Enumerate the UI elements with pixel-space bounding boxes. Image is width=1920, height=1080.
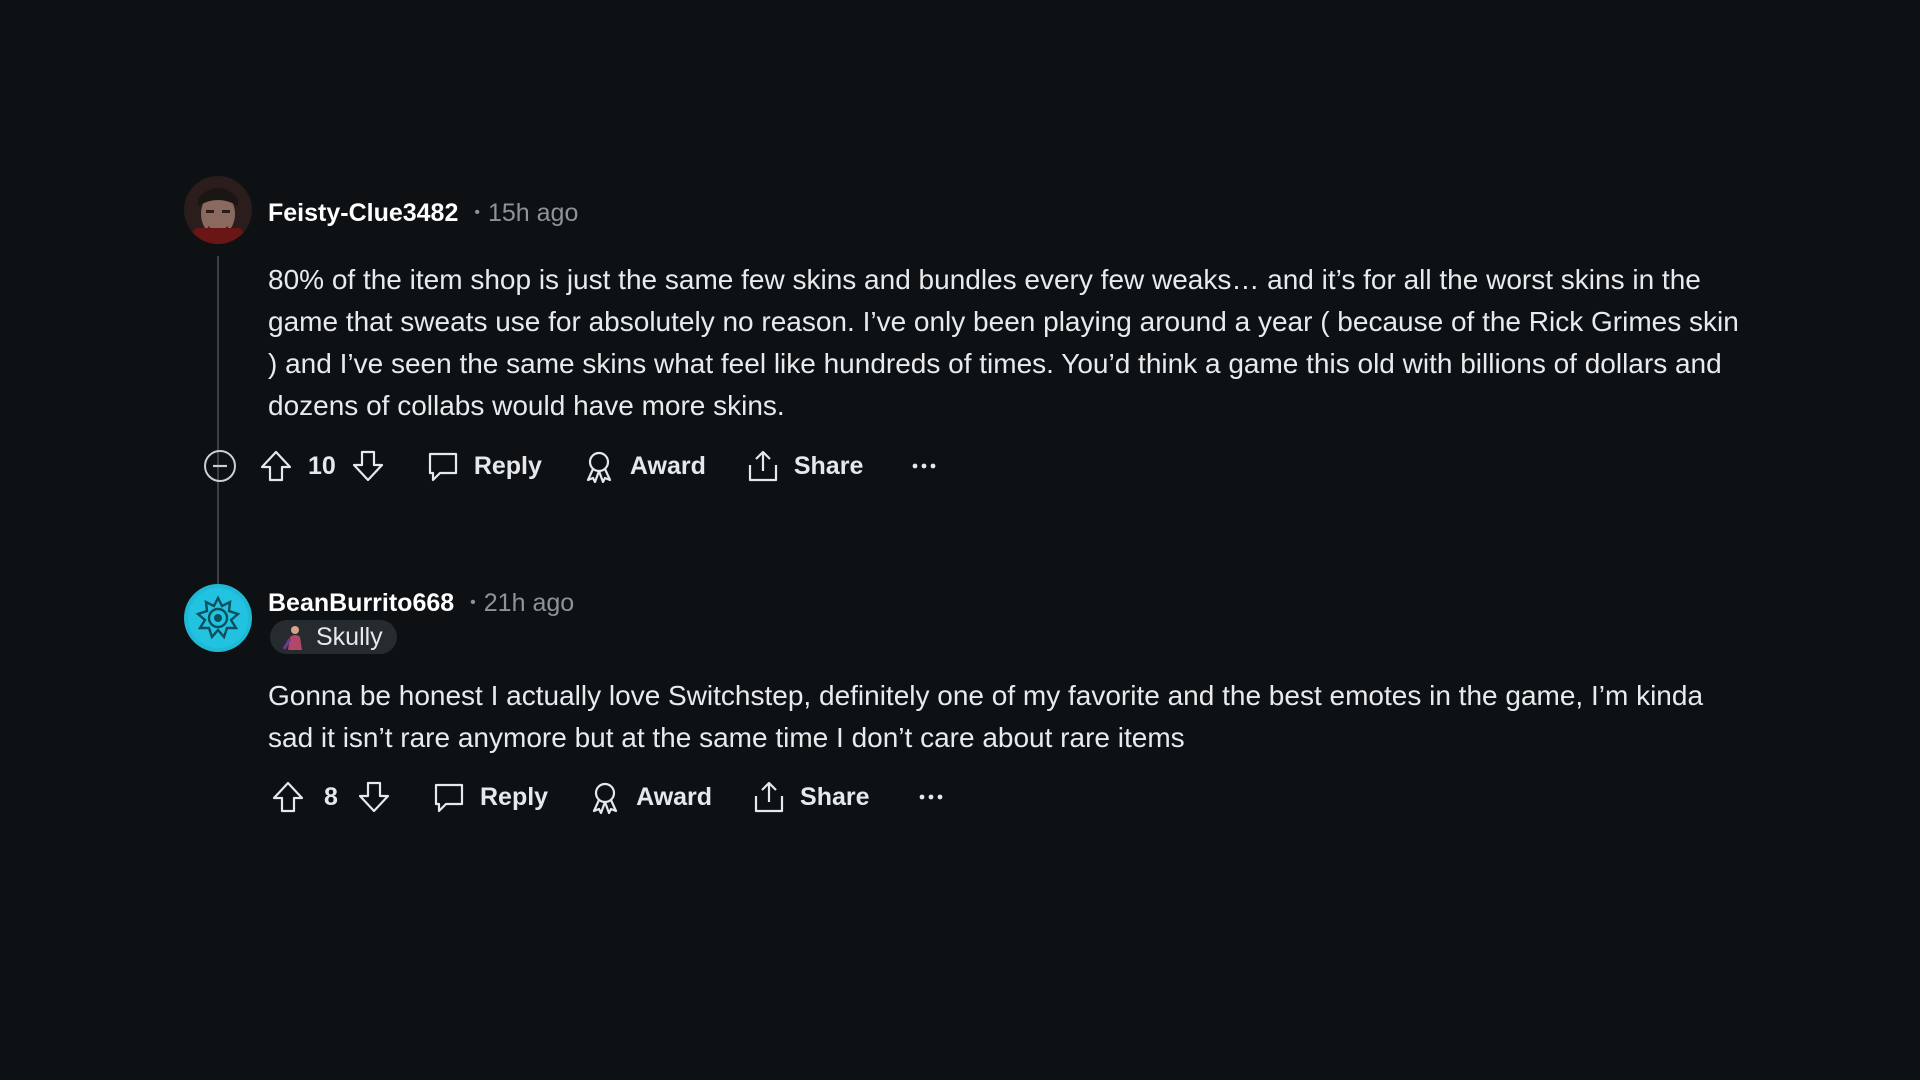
share-label: Share — [800, 782, 870, 811]
award-icon — [588, 780, 622, 814]
award-label: Award — [629, 451, 706, 480]
avatar-image — [184, 176, 252, 244]
share-icon — [752, 780, 786, 814]
award-button[interactable]: Award — [582, 449, 706, 483]
more-icon[interactable] — [909, 451, 939, 481]
reply-icon — [432, 780, 466, 814]
share-button[interactable]: Share — [746, 449, 863, 483]
user-flair: Skully — [270, 620, 397, 654]
reply-label: Reply — [480, 782, 549, 811]
upvote-icon[interactable] — [270, 779, 306, 815]
username[interactable]: BeanBurrito668 — [268, 589, 454, 618]
avatar-image — [184, 584, 252, 652]
flair-label: Skully — [316, 622, 383, 651]
timestamp[interactable]: 15h ago — [488, 199, 578, 228]
downvote-icon[interactable] — [356, 779, 392, 815]
collapse-icon[interactable] — [202, 448, 238, 484]
award-icon — [582, 449, 616, 483]
award-label: Award — [636, 782, 713, 811]
reply-label: Reply — [473, 451, 542, 480]
avatar[interactable] — [184, 584, 252, 652]
downvote-icon[interactable] — [350, 448, 386, 484]
thread-line[interactable] — [217, 256, 219, 616]
upvote-icon[interactable] — [258, 448, 294, 484]
comment-body: 80% of the item shop is just the same fe… — [268, 264, 1739, 421]
username[interactable]: Feisty-Clue3482 — [268, 199, 458, 228]
comment-meta: BeanBurrito668 • 21h ago — [268, 588, 574, 618]
timestamp[interactable]: 21h ago — [484, 589, 574, 618]
comment-meta: Feisty-Clue3482 • 15h ago — [268, 198, 578, 228]
avatar[interactable] — [184, 176, 252, 244]
vote-score: 10 — [308, 451, 336, 480]
share-button[interactable]: Share — [752, 780, 870, 814]
share-label: Share — [793, 451, 864, 480]
meta-separator: • — [474, 204, 480, 221]
vote-score: 8 — [324, 782, 338, 811]
skully-flair-icon — [280, 623, 308, 651]
comment-body: Gonna be honest I actually love Switchst… — [268, 680, 1704, 753]
reply-icon — [426, 449, 460, 483]
reply-button[interactable]: Reply — [432, 780, 548, 814]
award-button[interactable]: Award — [588, 780, 712, 814]
share-icon — [746, 449, 780, 483]
meta-separator: • — [470, 594, 476, 611]
reply-button[interactable]: Reply — [426, 449, 542, 483]
comment-actions: 10 Reply Award Share — [202, 446, 939, 486]
more-icon[interactable] — [916, 782, 946, 812]
comment-actions: 8 Reply Award Share — [270, 777, 946, 817]
